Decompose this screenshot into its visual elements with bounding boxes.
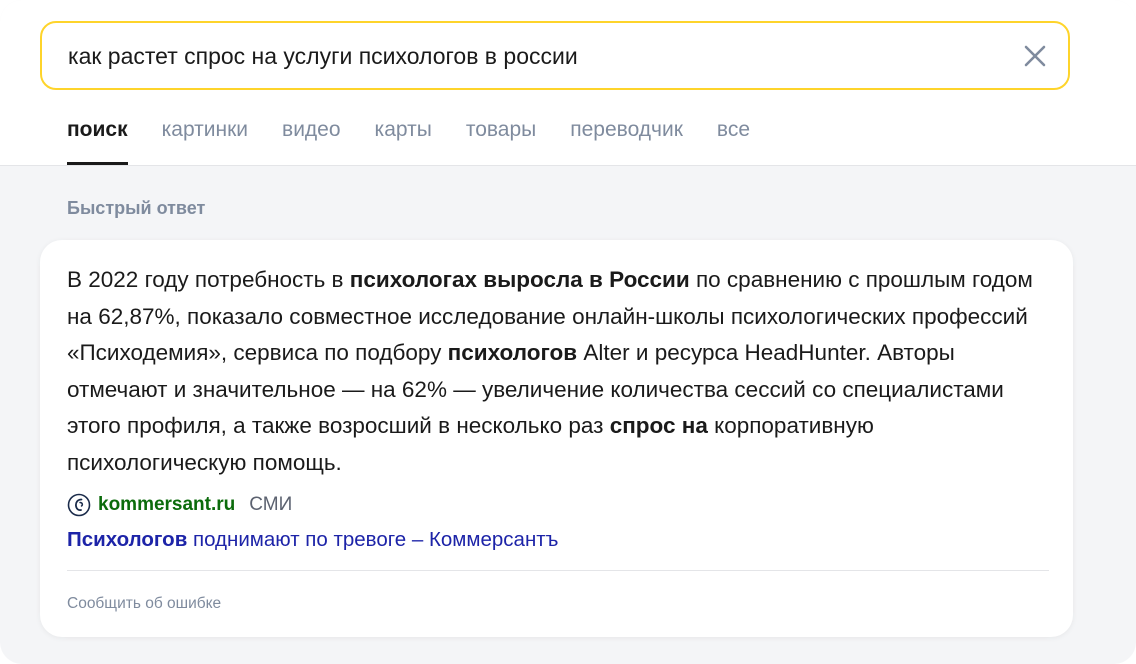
search-input[interactable]: как растет спрос на услуги психологов в … xyxy=(40,21,1070,90)
divider xyxy=(67,570,1049,571)
tab-maps[interactable]: карты xyxy=(375,118,432,142)
close-icon[interactable] xyxy=(1020,41,1050,71)
tab-all[interactable]: все xyxy=(717,118,750,142)
quick-answer-card: В 2022 году потребность в психологах выр… xyxy=(40,240,1073,637)
search-tabs: поиск картинки видео карты товары перево… xyxy=(67,118,784,165)
kommersant-logo-icon[interactable] xyxy=(67,493,91,517)
source-row: kommersant.ru СМИ xyxy=(67,493,292,517)
tab-images[interactable]: картинки xyxy=(162,118,248,142)
tab-translator[interactable]: переводчик xyxy=(570,118,683,142)
tab-products[interactable]: товары xyxy=(466,118,536,142)
answer-highlight: психологах выросла в России xyxy=(349,267,690,292)
report-error-link[interactable]: Сообщить об ошибке xyxy=(67,595,221,613)
search-query-text[interactable]: как растет спрос на услуги психологов в … xyxy=(68,43,578,70)
source-type-label: СМИ xyxy=(249,494,293,515)
search-header: как растет спрос на услуги психологов в … xyxy=(0,0,1136,166)
quick-answer-label: Быстрый ответ xyxy=(67,198,206,218)
answer-highlight: спрос на xyxy=(609,413,708,438)
quick-answer-text: В 2022 году потребность в психологах выр… xyxy=(67,262,1057,481)
source-domain-link[interactable]: kommersant.ru xyxy=(98,494,235,516)
source-link-highlight[interactable]: Психологов xyxy=(67,528,187,551)
tab-video[interactable]: видео xyxy=(282,118,341,142)
answer-highlight: психологов xyxy=(447,340,578,365)
tab-search[interactable]: поиск xyxy=(67,118,128,165)
answer-text-part: В 2022 году потребность в xyxy=(67,267,350,292)
source-article-link[interactable]: Психологов поднимают по тревоге – Коммер… xyxy=(67,528,558,552)
source-link-text[interactable]: поднимают по тревоге – Коммерсантъ xyxy=(187,528,558,551)
